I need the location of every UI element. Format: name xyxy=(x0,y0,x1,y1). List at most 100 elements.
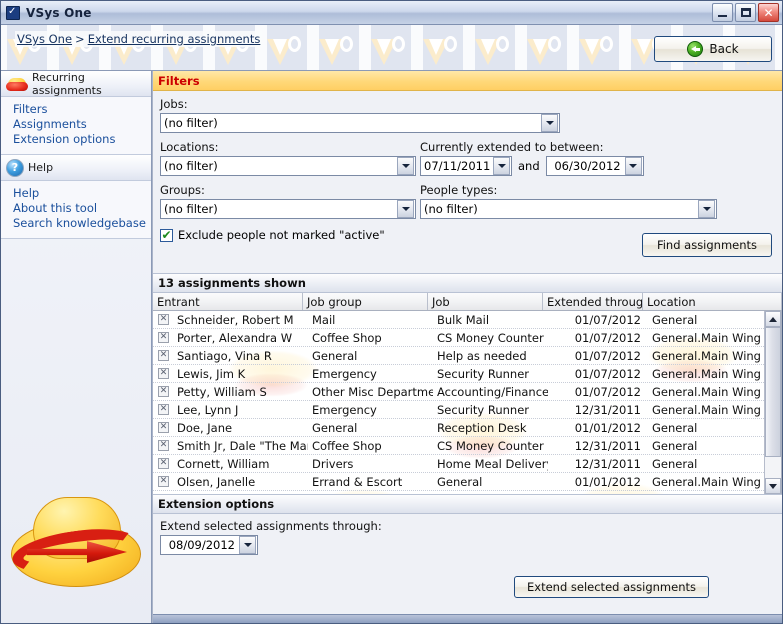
table-row[interactable]: ✕ Olsen, Janelle Errand & Escort General 01/… xyxy=(153,473,764,491)
minimize-button[interactable] xyxy=(712,3,733,22)
row-select-checkbox[interactable]: ✕ xyxy=(158,404,169,415)
sidebar-item-about-this-tool[interactable]: About this tool xyxy=(13,201,151,216)
groups-select[interactable]: (no filter) xyxy=(160,199,416,219)
column-header-location[interactable]: Location xyxy=(643,293,782,310)
breadcrumb-root-link[interactable]: VSys One xyxy=(17,32,72,46)
vsys-watermark-logo xyxy=(573,35,625,70)
chevron-down-icon[interactable] xyxy=(624,157,642,175)
sidebar-item-extension-options[interactable]: Extension options xyxy=(13,132,151,147)
cell-location: General.Main Wing xyxy=(652,330,761,345)
column-header-extended-through[interactable]: Extended through xyxy=(543,293,643,310)
table-row[interactable]: ✕Brown, KateGeneralReception Desk01/01/2… xyxy=(153,491,764,495)
cell-location: General xyxy=(652,456,698,471)
column-header-job[interactable]: Job xyxy=(428,293,543,310)
table-row[interactable]: ✕ Petty, William S Other Misc Departments A… xyxy=(153,383,764,401)
cell-entrant: Schneider, Robert M xyxy=(177,312,294,327)
exclude-inactive-checkbox[interactable]: ✔ xyxy=(160,228,173,242)
extend-through-value: 08/09/2012 xyxy=(168,538,235,552)
cell-location: General.Main Wing xyxy=(652,348,761,363)
cell-job-group: General xyxy=(312,348,358,363)
row-select-checkbox[interactable]: ✕ xyxy=(158,368,169,379)
scroll-up-button[interactable] xyxy=(765,311,781,327)
cell-location: General.Main Wing xyxy=(652,366,761,381)
sidebar-item-search-knowledgebase[interactable]: Search knowledgebase xyxy=(13,216,151,231)
scrollbar-track[interactable] xyxy=(765,327,781,478)
cell-extended-through: 12/31/2011 xyxy=(574,456,641,471)
groups-value: (no filter) xyxy=(164,202,218,216)
row-select-checkbox[interactable]: ✕ xyxy=(158,350,169,361)
help-question-icon: ? xyxy=(6,158,24,177)
hardhat-recycle-logo xyxy=(9,491,143,601)
extend-through-date[interactable]: 08/09/2012 xyxy=(160,535,258,555)
cell-entrant: Smith Jr, Dale "The Man" xyxy=(177,438,308,453)
people-types-select[interactable]: (no filter) xyxy=(420,199,717,219)
table-row[interactable]: ✕ Cornett, William Drivers Home Meal Delive… xyxy=(153,455,764,473)
cell-job-group: Emergency xyxy=(312,366,377,381)
row-select-checkbox[interactable]: ✕ xyxy=(158,476,169,487)
banner-strip: VSys One > Extend recurring assignments Ba… xyxy=(1,25,782,71)
grid-vertical-scrollbar[interactable] xyxy=(764,311,781,494)
extended-from-date[interactable]: 07/11/2011 xyxy=(420,156,512,176)
close-button[interactable]: ✕ xyxy=(758,3,779,22)
table-row[interactable]: ✕ Schneider, Robert M Mail Bulk Mail 01/07/2… xyxy=(153,311,764,329)
extend-selected-assignments-button[interactable]: Extend selected assignments xyxy=(514,576,709,598)
cell-extended-through: 01/07/2012 xyxy=(574,312,641,327)
filters-panel: Jobs: (no filter) Locations: (no filter) xyxy=(153,91,782,273)
application-window: ✓ VSys One ✕ VSys One > Extend recurring… xyxy=(0,0,783,624)
chevron-down-icon[interactable] xyxy=(397,157,414,175)
cell-job-group: Drivers xyxy=(312,456,354,471)
maximize-button[interactable] xyxy=(735,3,756,22)
column-header-job-group[interactable]: Job group xyxy=(303,293,428,310)
column-header-entrant[interactable]: Entrant xyxy=(153,293,303,310)
row-select-checkbox[interactable]: ✕ xyxy=(158,440,169,451)
locations-select[interactable]: (no filter) xyxy=(160,156,416,176)
cell-job-group: Mail xyxy=(312,312,336,327)
exclude-inactive-label: Exclude people not marked "active" xyxy=(178,228,385,242)
extended-to-date[interactable]: 06/30/2012 xyxy=(545,156,644,176)
locations-value: (no filter) xyxy=(164,159,218,173)
cell-entrant: Lewis, Jim K xyxy=(177,366,246,381)
extended-between-label: Currently extended to between: xyxy=(420,140,604,154)
jobs-select[interactable]: (no filter) xyxy=(160,113,560,133)
sidebar-item-assignments[interactable]: Assignments xyxy=(13,117,151,132)
row-select-checkbox[interactable]: ✕ xyxy=(158,314,169,325)
people-types-label: People types: xyxy=(420,183,498,197)
chevron-down-icon[interactable] xyxy=(493,157,510,175)
cell-job: Reception Desk xyxy=(437,420,527,435)
chevron-down-icon[interactable] xyxy=(698,200,715,218)
table-row[interactable]: ✕ Santiago, Vina R General Help as needed 01… xyxy=(153,347,764,365)
find-assignments-button[interactable]: Find assignments xyxy=(642,233,772,257)
cell-job: CS Money Counter xyxy=(437,438,544,453)
chevron-down-icon[interactable] xyxy=(397,200,414,218)
cell-entrant: Lee, Lynn J xyxy=(177,402,239,417)
sidebar-item-filters[interactable]: Filters xyxy=(13,102,151,117)
back-button-label: Back xyxy=(709,42,739,56)
table-row[interactable]: ✕ Smith Jr, Dale "The Man" Coffee Shop CS M… xyxy=(153,437,764,455)
assignments-grid: Entrant Job group Job Extended through L… xyxy=(153,293,782,494)
row-select-checkbox[interactable]: ✕ xyxy=(158,458,169,469)
filters-section-heading: Filters xyxy=(153,71,782,91)
table-row[interactable]: ✕ Doe, Jane General Reception Desk 01/01/201… xyxy=(153,419,764,437)
table-row[interactable]: ✕ Lewis, Jim K Emergency Security Runner 01/… xyxy=(153,365,764,383)
vsys-watermark-logo xyxy=(313,35,365,70)
cell-job-group: Coffee Shop xyxy=(312,438,382,453)
back-button[interactable]: Back xyxy=(654,36,772,62)
vsys-watermark-logo xyxy=(417,35,469,70)
row-select-checkbox[interactable]: ✕ xyxy=(158,386,169,397)
grid-rows: ✕ Schneider, Robert M Mail Bulk Mail 01/07/2… xyxy=(153,311,764,494)
breadcrumb-current-link[interactable]: Extend recurring assignments xyxy=(88,32,261,46)
scrollbar-thumb[interactable] xyxy=(765,327,781,457)
row-select-checkbox[interactable]: ✕ xyxy=(158,422,169,433)
status-bar xyxy=(153,614,782,623)
chevron-down-icon[interactable] xyxy=(239,536,256,554)
table-row[interactable]: ✕ Porter, Alexandra W Coffee Shop CS Money … xyxy=(153,329,764,347)
cell-location: General xyxy=(652,420,698,435)
chevron-down-icon[interactable] xyxy=(541,114,558,132)
scroll-down-button[interactable] xyxy=(765,478,781,494)
row-select-checkbox[interactable]: ✕ xyxy=(158,332,169,343)
cell-entrant: Olsen, Janelle xyxy=(177,474,256,489)
people-types-value: (no filter) xyxy=(424,202,478,216)
table-row[interactable]: ✕ Lee, Lynn J Emergency Security Runner 12/3… xyxy=(153,401,764,419)
sidebar-item-help[interactable]: Help xyxy=(13,186,151,201)
cell-entrant: Doe, Jane xyxy=(177,420,233,435)
